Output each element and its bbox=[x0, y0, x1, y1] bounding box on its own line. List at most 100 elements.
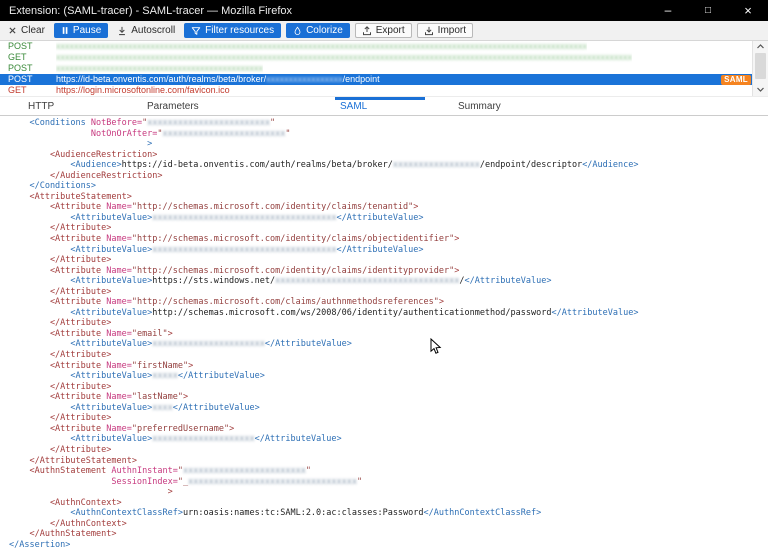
xml-line: </AuthnStatement> bbox=[9, 529, 768, 540]
xml-token: </Attribute> bbox=[50, 350, 111, 360]
redacted-text: xxxxxxxxxxxxxxxxx bbox=[266, 74, 343, 84]
xml-token: </Attribute> bbox=[50, 318, 111, 328]
import-button[interactable]: Import bbox=[417, 23, 473, 38]
request-url: xxxxxxxxxxxxxxxxxxxxxxxxxxxxxxxxxxxxxxxx… bbox=[56, 52, 632, 63]
pause-button[interactable]: Pause bbox=[54, 23, 108, 38]
scrollbar-track[interactable] bbox=[752, 41, 768, 96]
xml-token: </Attribute> bbox=[50, 287, 111, 297]
redacted-text: xxxxxxxxxxxxxxxxxxxxxxxxxxxxxxxxxxxx bbox=[152, 213, 336, 223]
xml-token: Name= bbox=[106, 266, 132, 276]
minimize-button[interactable]: – bbox=[648, 0, 688, 21]
xml-token: "http://schemas.microsoft.com/identity/c… bbox=[132, 266, 454, 276]
colorize-button[interactable]: Colorize bbox=[286, 23, 350, 38]
url-text: https://login.microsoftonline.com/favico… bbox=[56, 85, 230, 95]
maximize-button[interactable]: □ bbox=[688, 0, 728, 21]
export-button[interactable]: Export bbox=[355, 23, 412, 38]
xml-token: > bbox=[454, 266, 459, 276]
xml-token: urn:oasis:names:tc:SAML:2.0:ac:classes:P… bbox=[183, 508, 424, 518]
request-rows: POSTxxxxxxxxxxxxxxxxxxxxxxxxxxxxxxxxxxxx… bbox=[0, 41, 753, 96]
xml-line: <Attribute Name="http://schemas.microsof… bbox=[9, 234, 768, 245]
xml-token: https://id-beta.onventis.com/auth/realms… bbox=[122, 160, 393, 170]
xml-token: </AudienceRestriction> bbox=[50, 171, 163, 181]
xml-token: </Attribute> bbox=[50, 413, 111, 423]
xml-token: <Attribute bbox=[50, 329, 106, 339]
request-row[interactable]: POSTxxxxxxxxxxxxxxxxxxxxxxxxxxxxxxxxxxxx… bbox=[0, 41, 753, 52]
active-tab-indicator bbox=[335, 97, 425, 100]
clear-button[interactable]: Clear bbox=[4, 23, 49, 38]
xml-line: <Audience>https://id-beta.onventis.com/a… bbox=[9, 160, 768, 171]
request-row[interactable]: POSThttps://id-beta.onventis.com/auth/re… bbox=[0, 74, 753, 85]
xml-token: <Attribute bbox=[50, 202, 106, 212]
request-row[interactable]: GETxxxxxxxxxxxxxxxxxxxxxxxxxxxxxxxxxxxxx… bbox=[0, 52, 753, 63]
window-controls: – □ × bbox=[648, 0, 768, 21]
redacted-text: xxxxxxxxxxxxxxxxxxxxxxxxxxxxxxxxx bbox=[188, 477, 357, 487]
xml-token: </AuthnContext> bbox=[50, 519, 127, 529]
import-icon bbox=[424, 26, 434, 36]
xml-token: NotBefore= bbox=[91, 118, 142, 128]
scroll-thumb[interactable] bbox=[755, 53, 766, 79]
funnel-icon bbox=[191, 26, 201, 36]
xml-token: </Assertion> bbox=[9, 540, 70, 550]
close-button[interactable]: × bbox=[728, 0, 768, 21]
xml-token: </Attribute> bbox=[50, 255, 111, 265]
request-url: https://id-beta.onventis.com/auth/realms… bbox=[56, 74, 380, 85]
xml-token: " bbox=[306, 466, 311, 476]
button-label: Colorize bbox=[306, 24, 343, 37]
xml-token: <Attribute bbox=[50, 424, 106, 434]
xml-line: </AttributeStatement> bbox=[9, 456, 768, 467]
xml-token: Name= bbox=[106, 361, 132, 371]
xml-token: Name= bbox=[106, 424, 132, 434]
request-row[interactable]: POSTxxxxxxxxxxxxxxxxxxxxxxxxxxxxxxxxxxxx… bbox=[0, 63, 753, 74]
xml-token: <AttributeValue> bbox=[70, 276, 152, 286]
xml-line: </AudienceRestriction> bbox=[9, 171, 768, 182]
xml-token: > bbox=[454, 234, 459, 244]
redacted-text: xxxxxxxxxxxxxxxxxxxx bbox=[152, 434, 254, 444]
titlebar: Extension: (SAML-tracer) - SAML-tracer —… bbox=[0, 0, 768, 21]
redacted-text: xxxxx bbox=[152, 371, 178, 381]
xml-token: <AttributeValue> bbox=[70, 371, 152, 381]
xml-line: </Conditions> bbox=[9, 181, 768, 192]
droplet-icon bbox=[293, 26, 302, 36]
xml-line: <Attribute Name="firstName"> bbox=[9, 361, 768, 372]
xml-line: <AttributeValue>xxxxxxxxxxxxxxxxxxxxxxxx… bbox=[9, 213, 768, 224]
export-icon bbox=[362, 26, 372, 36]
request-url: xxxxxxxxxxxxxxxxxxxxxxxxxxxxxxxxxxxxxxxx… bbox=[56, 63, 263, 74]
xml-line: <AuthnStatement AuthnInstant="xxxxxxxxxx… bbox=[9, 466, 768, 477]
button-label: Export bbox=[376, 24, 405, 37]
request-row[interactable]: GEThttps://login.microsoftonline.com/fav… bbox=[0, 85, 753, 96]
xml-token: </AuthnStatement> bbox=[29, 529, 116, 539]
toolbar: Clear Pause Autoscroll Filter resources Colo… bbox=[0, 21, 768, 41]
xml-token: > bbox=[413, 202, 418, 212]
xml-line: <AttributeValue>xxxx</AttributeValue> bbox=[9, 403, 768, 414]
button-label: Pause bbox=[73, 24, 101, 37]
autoscroll-button[interactable]: Autoscroll bbox=[113, 23, 179, 38]
xml-line: <AttributeValue>xxxxxxxxxxxxxxxxxxxxxx</… bbox=[9, 339, 768, 350]
xml-token: </AttributeValue> bbox=[337, 245, 424, 255]
xml-line: </Assertion> bbox=[9, 540, 768, 550]
xml-token: "email" bbox=[132, 329, 168, 339]
request-url: xxxxxxxxxxxxxxxxxxxxxxxxxxxxxxxxxxxxxxxx… bbox=[56, 41, 587, 52]
xml-token: <Attribute bbox=[50, 297, 106, 307]
xml-line: </Attribute> bbox=[9, 255, 768, 266]
xml-token: </Attribute> bbox=[50, 223, 111, 233]
xml-line: <AttributeStatement> bbox=[9, 192, 768, 203]
xml-line: </Attribute> bbox=[9, 445, 768, 456]
tab-saml[interactable]: SAML bbox=[340, 101, 367, 112]
scroll-down-button[interactable] bbox=[753, 84, 768, 95]
tab-http[interactable]: HTTP bbox=[28, 101, 54, 112]
xml-token: <Conditions bbox=[29, 118, 90, 128]
filter-resources-button[interactable]: Filter resources bbox=[184, 23, 281, 38]
tab-summary[interactable]: Summary bbox=[458, 101, 501, 112]
xml-token: <AttributeValue> bbox=[70, 245, 152, 255]
xml-token: " bbox=[285, 129, 290, 139]
tab-parameters[interactable]: Parameters bbox=[147, 101, 199, 112]
xml-line: > bbox=[9, 139, 768, 150]
xml-token: </AttributeValue> bbox=[337, 213, 424, 223]
xml-token: <Attribute bbox=[50, 392, 106, 402]
xml-token: <Audience> bbox=[70, 160, 121, 170]
xml-token: </AttributeValue> bbox=[178, 371, 265, 381]
url-text: https://id-beta.onventis.com/auth/realms… bbox=[56, 74, 266, 84]
scroll-up-button[interactable] bbox=[753, 41, 768, 52]
button-label: Import bbox=[438, 24, 466, 37]
xml-token: > bbox=[147, 139, 152, 149]
